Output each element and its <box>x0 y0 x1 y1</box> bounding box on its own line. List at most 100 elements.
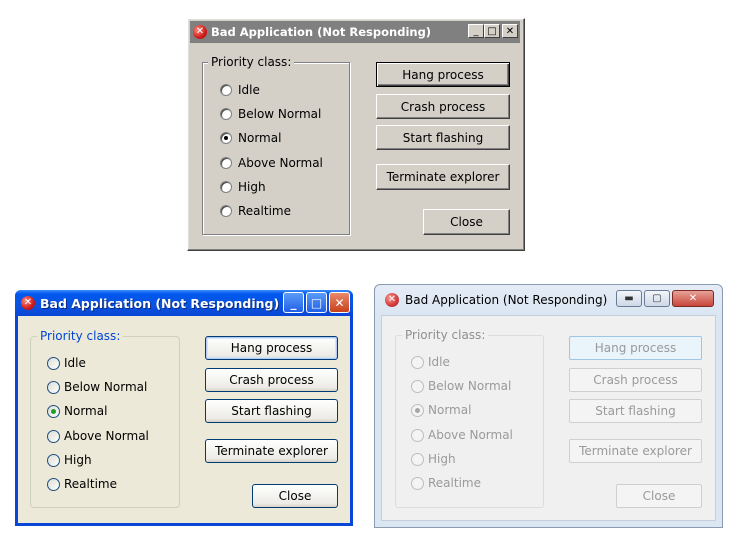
close-button[interactable]: Close <box>616 484 702 508</box>
radio-label: Normal <box>428 403 472 417</box>
crash-process-button[interactable]: Crash process <box>205 368 338 392</box>
radio-icon <box>411 476 424 490</box>
radio-normal[interactable]: Normal <box>47 404 107 418</box>
radio-selected-icon <box>411 403 424 417</box>
radio-icon <box>47 453 60 467</box>
radio-icon <box>47 380 60 394</box>
radio-label: Normal <box>64 404 108 418</box>
close-icon: ✕ <box>688 293 698 304</box>
radio-icon <box>411 428 424 442</box>
radio-label: Below Normal <box>64 380 148 394</box>
crash-process-button[interactable]: Crash process <box>376 94 510 119</box>
terminate-explorer-button[interactable]: Terminate explorer <box>205 439 338 463</box>
radio-label: Below Normal <box>238 107 322 121</box>
radio-below-normal[interactable]: Below Normal <box>220 107 321 121</box>
minimize-button[interactable]: _ <box>283 292 304 313</box>
radio-idle[interactable]: Idle <box>47 356 86 370</box>
radio-icon <box>411 355 424 369</box>
error-icon: ✕ <box>21 296 35 310</box>
radio-icon <box>220 205 232 217</box>
hang-process-button[interactable]: Hang process <box>569 336 702 360</box>
radio-label: Normal <box>238 131 282 145</box>
close-button[interactable]: Close <box>423 209 510 235</box>
window-title: Bad Application (Not Responding) <box>405 293 608 307</box>
radio-above-normal[interactable]: Above Normal <box>220 156 323 170</box>
maximize-button[interactable]: □ <box>306 292 327 313</box>
start-flashing-button[interactable]: Start flashing <box>376 125 510 150</box>
priority-group: Priority class: Idle Below Normal Normal… <box>202 55 350 235</box>
radio-below-normal[interactable]: Below Normal <box>47 380 147 394</box>
group-label: Priority class: <box>37 329 124 343</box>
radio-label: High <box>428 452 456 466</box>
radio-icon <box>220 108 232 120</box>
maximize-icon: □ <box>487 25 497 37</box>
maximize-button[interactable]: ▢ <box>644 290 670 307</box>
radio-realtime[interactable]: Realtime <box>47 477 117 491</box>
radio-icon <box>220 181 232 193</box>
error-icon: ✕ <box>193 25 207 39</box>
minimize-icon: ▬ <box>624 293 634 304</box>
close-icon: ✕ <box>334 295 345 310</box>
radio-label: High <box>238 180 266 194</box>
title-bar[interactable]: ✕ Bad Application (Not Responding) _ □ ✕ <box>15 290 353 316</box>
radio-label: Above Normal <box>428 428 513 442</box>
crash-process-button[interactable]: Crash process <box>569 368 702 392</box>
radio-label: Below Normal <box>428 379 512 393</box>
radio-label: Idle <box>238 83 260 97</box>
group-label: Priority class: <box>402 328 489 342</box>
radio-high[interactable]: High <box>47 453 92 467</box>
classic-window: ✕ Bad Application (Not Responding) _ □ ✕… <box>187 18 525 251</box>
radio-label: High <box>64 453 92 467</box>
radio-label: Idle <box>428 355 450 369</box>
close-window-button[interactable]: ✕ <box>502 24 518 38</box>
title-bar[interactable]: ✕ Bad Application (Not Responding) ▬ ▢ ✕ <box>375 285 722 315</box>
priority-group: Priority class: Idle Below Normal Normal… <box>30 329 180 508</box>
close-window-button[interactable]: ✕ <box>672 290 714 307</box>
terminate-explorer-button[interactable]: Terminate explorer <box>569 439 702 463</box>
radio-label: Realtime <box>238 204 291 218</box>
radio-selected-icon <box>47 404 60 418</box>
window-title: Bad Application (Not Responding) <box>211 25 432 39</box>
xp-window: ✕ Bad Application (Not Responding) _ □ ✕… <box>15 290 353 526</box>
error-icon: ✕ <box>385 293 399 307</box>
radio-normal[interactable]: Normal <box>220 131 281 145</box>
minimize-icon: _ <box>473 25 479 37</box>
group-label: Priority class: <box>208 55 295 69</box>
radio-label: Realtime <box>64 477 117 491</box>
radio-normal[interactable]: Normal <box>411 403 471 417</box>
title-bar[interactable]: ✕ Bad Application (Not Responding) _ □ ✕ <box>190 21 520 43</box>
minimize-button[interactable]: _ <box>468 24 484 38</box>
radio-below-normal[interactable]: Below Normal <box>411 379 511 393</box>
radio-realtime[interactable]: Realtime <box>220 204 291 218</box>
radio-icon <box>47 477 60 491</box>
radio-label: Realtime <box>428 476 481 490</box>
radio-icon <box>220 84 232 96</box>
radio-icon <box>411 379 424 393</box>
radio-above-normal[interactable]: Above Normal <box>411 428 513 442</box>
priority-group: Priority class: Idle Below Normal Normal… <box>395 328 544 508</box>
radio-high[interactable]: High <box>220 180 266 194</box>
radio-icon <box>411 452 424 466</box>
terminate-explorer-button[interactable]: Terminate explorer <box>376 164 510 190</box>
radio-icon <box>47 429 60 443</box>
radio-label: Above Normal <box>64 429 149 443</box>
start-flashing-button[interactable]: Start flashing <box>569 399 702 423</box>
radio-high[interactable]: High <box>411 452 456 466</box>
maximize-icon: ▢ <box>652 293 662 304</box>
window-title: Bad Application (Not Responding) <box>40 295 280 311</box>
close-button[interactable]: Close <box>252 484 338 508</box>
radio-above-normal[interactable]: Above Normal <box>47 429 149 443</box>
close-window-button[interactable]: ✕ <box>329 292 350 313</box>
radio-selected-icon <box>220 132 232 144</box>
maximize-icon: □ <box>310 295 323 310</box>
radio-icon <box>47 356 60 370</box>
radio-idle[interactable]: Idle <box>220 83 260 97</box>
hang-process-button[interactable]: Hang process <box>205 336 338 360</box>
radio-realtime[interactable]: Realtime <box>411 476 481 490</box>
radio-idle[interactable]: Idle <box>411 355 450 369</box>
hang-process-button[interactable]: Hang process <box>376 62 510 87</box>
minimize-button[interactable]: ▬ <box>616 290 642 307</box>
maximize-button[interactable]: □ <box>484 24 500 38</box>
start-flashing-button[interactable]: Start flashing <box>205 399 338 423</box>
radio-label: Above Normal <box>238 156 323 170</box>
